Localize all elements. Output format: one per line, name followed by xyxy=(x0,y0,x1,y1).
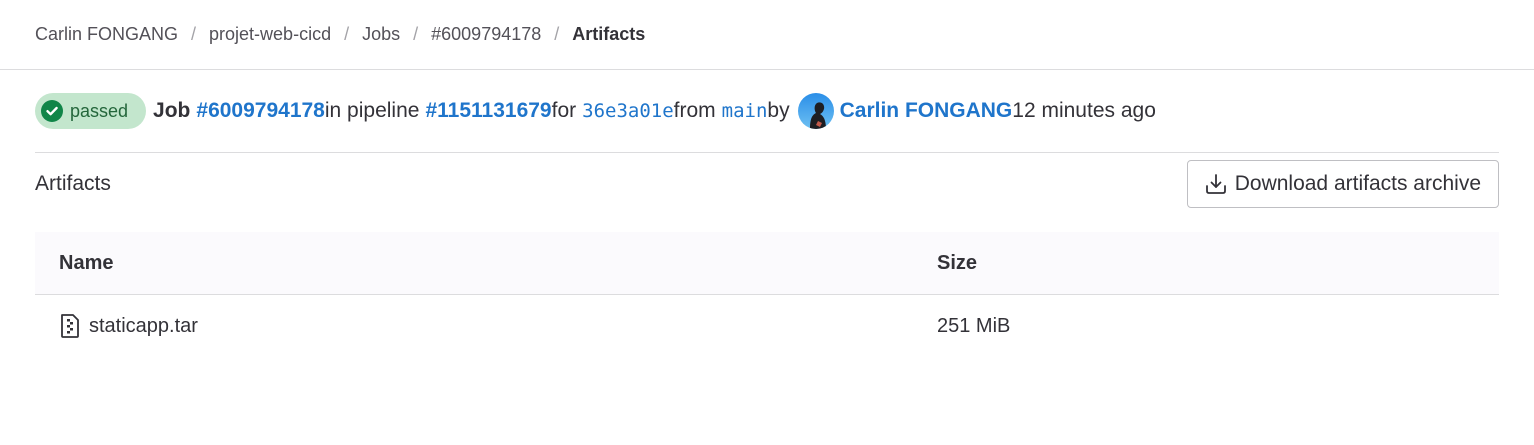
table-header: Name Size xyxy=(35,232,1499,295)
in-pipeline-text: in pipeline xyxy=(324,99,420,122)
breadcrumb: Carlin FONGANG / projet-web-cicd / Jobs … xyxy=(0,0,1534,70)
table-row: staticapp.tar 251 MiB xyxy=(35,295,1499,357)
breadcrumb-item-namespace[interactable]: Carlin FONGANG xyxy=(35,24,178,45)
job-header: passed Job #6009794178 in pipeline #1151… xyxy=(35,89,1499,153)
status-badge[interactable]: passed xyxy=(35,93,147,129)
column-header-size[interactable]: Size xyxy=(937,252,1499,275)
avatar[interactable] xyxy=(797,93,834,129)
artifact-name-link[interactable]: staticapp.tar xyxy=(89,315,198,338)
artifacts-header: Artifacts Download artifacts archive xyxy=(35,160,1499,208)
column-header-name[interactable]: Name xyxy=(35,252,937,275)
breadcrumb-item-project[interactable]: projet-web-cicd xyxy=(209,24,331,45)
by-text: by xyxy=(767,99,790,122)
status-label: passed xyxy=(70,100,129,121)
pipeline-id-link[interactable]: #1151131679 xyxy=(425,99,551,123)
branch-link[interactable]: main xyxy=(722,100,768,122)
artifacts-title: Artifacts xyxy=(35,172,111,195)
check-circle-icon xyxy=(41,100,63,122)
breadcrumb-item-job[interactable]: #6009794178 xyxy=(431,24,541,45)
breadcrumb-separator: / xyxy=(554,24,560,44)
breadcrumb-item-jobs[interactable]: Jobs xyxy=(362,24,400,45)
breadcrumb-separator: / xyxy=(413,24,419,44)
archive-file-icon xyxy=(61,314,79,338)
time-text: 12 minutes ago xyxy=(1012,99,1156,122)
from-text: from xyxy=(673,99,716,122)
download-icon xyxy=(1205,174,1226,194)
artifact-name-cell: staticapp.tar xyxy=(35,313,937,339)
breadcrumb-separator: / xyxy=(344,24,350,44)
breadcrumb-separator: / xyxy=(191,24,197,44)
breadcrumb-item-current: Artifacts xyxy=(572,24,646,44)
job-id-link[interactable]: #6009794178 xyxy=(196,99,324,123)
for-text: for xyxy=(551,99,577,122)
user-link[interactable]: Carlin FONGANG xyxy=(840,99,1013,123)
commit-link[interactable]: 36e3a01e xyxy=(582,100,674,122)
artifacts-table: Name Size staticapp.tar 251 MiB xyxy=(35,232,1499,357)
artifact-size-cell: 251 MiB xyxy=(937,314,1011,337)
download-label: Download artifacts archive xyxy=(1234,172,1481,195)
job-label: Job xyxy=(153,99,191,122)
download-artifacts-button[interactable]: Download artifacts archive xyxy=(1186,160,1499,208)
